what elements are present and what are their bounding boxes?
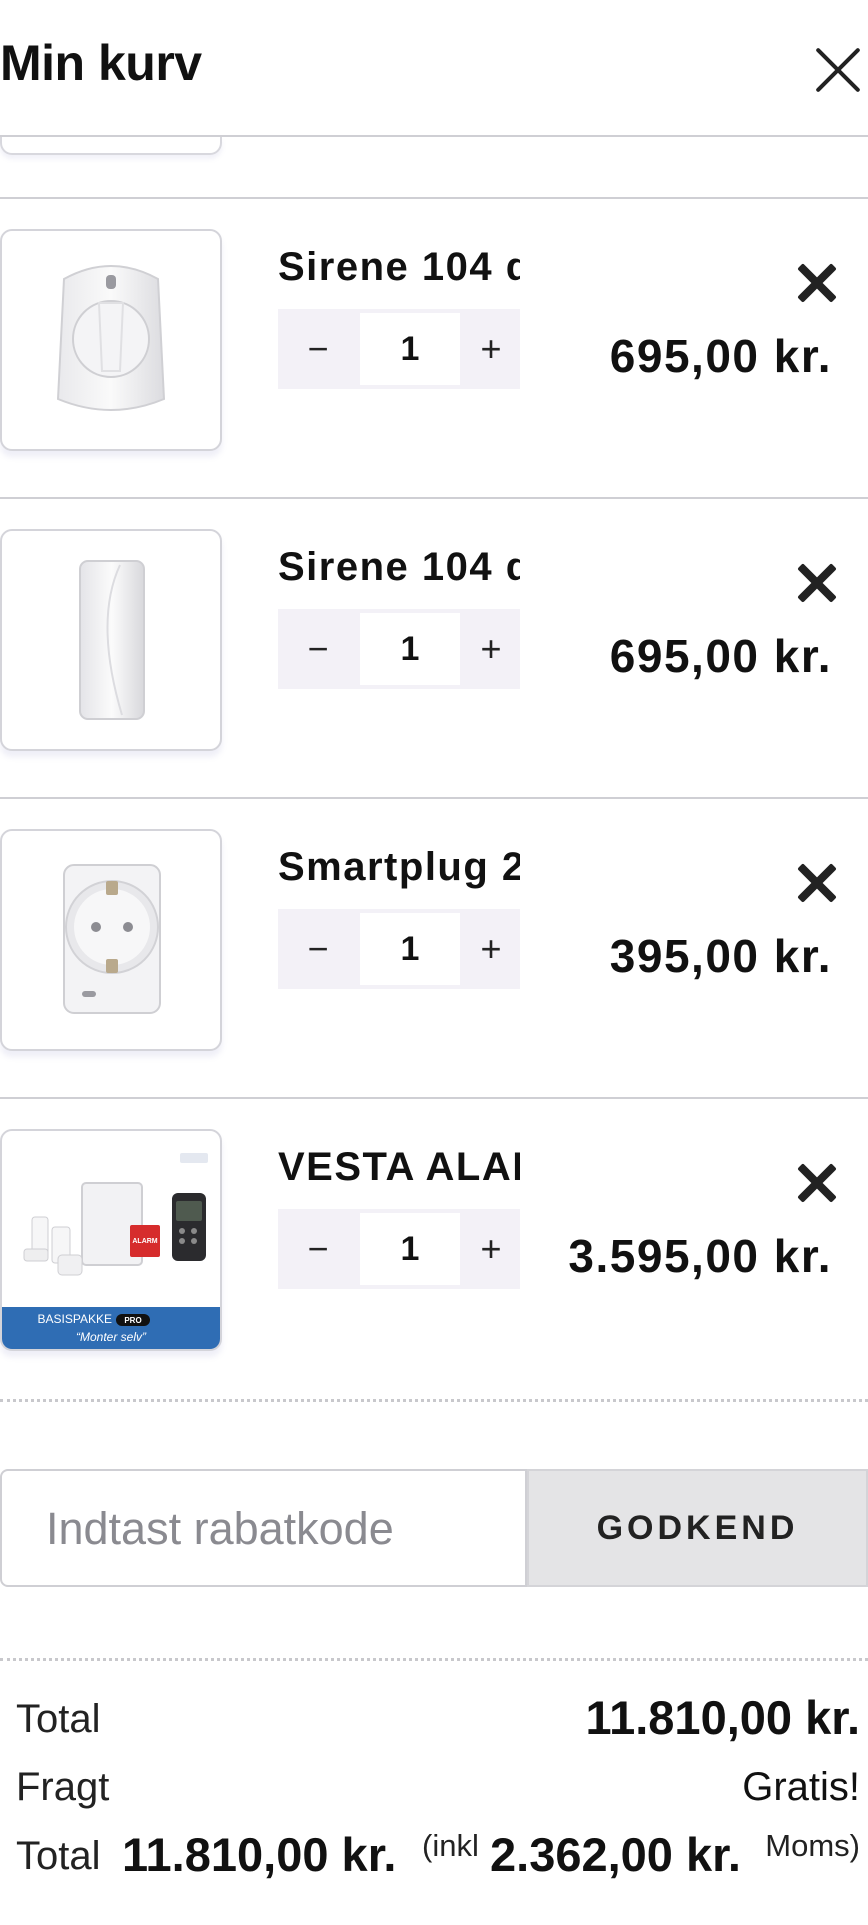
coupon-input[interactable] [44, 1471, 518, 1587]
product-name[interactable]: Sirene 104 d [278, 545, 520, 590]
item-price: 395,00 kr. [609, 930, 832, 982]
quantity-stepper: − + [278, 1209, 520, 1289]
grand-total-label: Total [16, 1834, 101, 1878]
apply-coupon-button[interactable]: GODKEND [527, 1469, 868, 1587]
increase-quantity-button[interactable]: + [462, 609, 520, 689]
decrease-quantity-button[interactable]: − [278, 909, 358, 989]
remove-item-icon[interactable] [797, 863, 837, 903]
remove-item-icon[interactable] [797, 263, 837, 303]
item-divider [0, 497, 868, 499]
remove-item-icon[interactable] [797, 1163, 837, 1203]
item-price: 3.595,00 kr. [568, 1230, 832, 1282]
quantity-input[interactable] [360, 613, 460, 685]
product-name[interactable]: Sirene 104 d [278, 245, 520, 290]
quantity-input[interactable] [360, 913, 460, 985]
vat-value: 2.362,00 kr. [490, 1828, 741, 1881]
item-price: 695,00 kr. [609, 330, 832, 382]
item-divider [0, 197, 868, 199]
siren-slim-icon [79, 560, 145, 720]
increase-quantity-button[interactable]: + [462, 309, 520, 389]
vat-suffix: Moms) [765, 1828, 860, 1863]
kit-caption-text: “Monter selv” [76, 1330, 147, 1344]
product-name[interactable]: Smartplug 2 [278, 845, 520, 890]
close-icon[interactable] [812, 40, 868, 100]
item-price: 695,00 kr. [609, 630, 832, 682]
quantity-stepper: − + [278, 909, 520, 989]
cart-item: Sirene 104 d − + 695,00 kr. [0, 501, 868, 801]
kit-badge-text: PRO [124, 1316, 141, 1325]
section-divider [0, 1658, 868, 1661]
product-image-siren-slim[interactable] [0, 529, 222, 751]
alarm-kit-icon: ALARM BASISPAKKE PRO “Monter selv” [2, 1153, 220, 1349]
product-image-smartplug[interactable] [0, 829, 222, 1051]
quantity-input[interactable] [360, 313, 460, 385]
cart-item: Sirene 104 d − + 695,00 kr. [0, 201, 868, 501]
grand-total-value: 11.810,00 kr. [122, 1828, 397, 1881]
kit-banner-text: BASISPAKKE [38, 1312, 112, 1326]
quantity-stepper: − + [278, 609, 520, 689]
product-name[interactable]: VESTA ALARM [278, 1145, 520, 1190]
smartplug-icon [63, 864, 161, 1014]
item-divider [0, 1097, 868, 1099]
cart-header: Min kurv [0, 0, 868, 135]
decrease-quantity-button[interactable]: − [278, 1209, 358, 1289]
quantity-input[interactable] [360, 1213, 460, 1285]
shipping-label: Fragt [16, 1765, 110, 1809]
cart-item: ALARM BASISPAKKE PRO “Monter selv” VESTA… [0, 1101, 868, 1401]
remove-item-icon[interactable] [797, 563, 837, 603]
decrease-quantity-button[interactable]: − [278, 609, 358, 689]
product-image-alarm-kit[interactable]: ALARM BASISPAKKE PRO “Monter selv” [0, 1129, 222, 1351]
alarm-sign-text: ALARM [132, 1238, 157, 1245]
shipping-value: Gratis! [742, 1765, 860, 1809]
product-image-siren-round[interactable] [0, 229, 222, 451]
previous-item-thumbnail-edge [0, 137, 222, 155]
decrease-quantity-button[interactable]: − [278, 309, 358, 389]
vat-prefix: (inkl [422, 1828, 479, 1863]
section-divider [0, 1399, 868, 1402]
subtotal-label: Total [16, 1697, 101, 1741]
increase-quantity-button[interactable]: + [462, 1209, 520, 1289]
siren-round-icon [56, 265, 166, 411]
coupon-field [0, 1469, 527, 1587]
item-divider [0, 797, 868, 799]
cart-item: Smartplug 2 − + 395,00 kr. [0, 801, 868, 1101]
increase-quantity-button[interactable]: + [462, 909, 520, 989]
quantity-stepper: − + [278, 309, 520, 389]
page-title: Min kurv [0, 35, 202, 91]
subtotal-value: 11.810,00 kr. [585, 1691, 860, 1744]
